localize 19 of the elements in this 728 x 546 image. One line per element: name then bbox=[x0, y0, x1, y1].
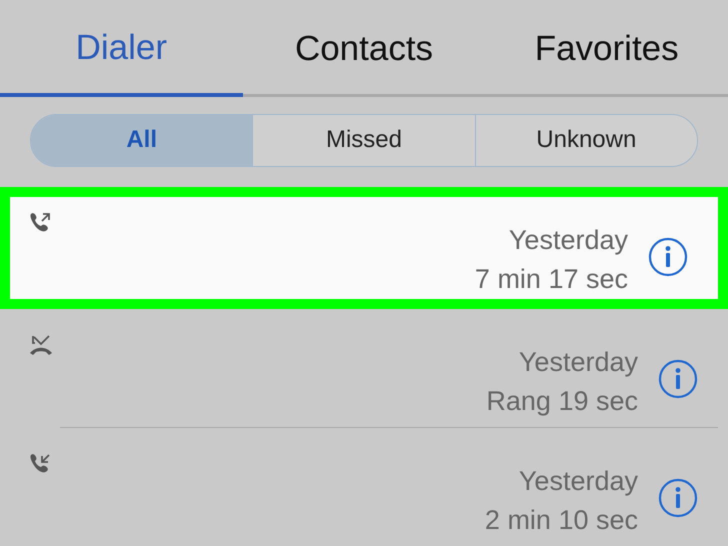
info-icon[interactable] bbox=[658, 358, 698, 399]
tab[interactable]: Favorites bbox=[485, 0, 728, 97]
info-icon[interactable] bbox=[658, 478, 698, 518]
tab[interactable]: Dialer bbox=[0, 0, 243, 97]
highlighted-call-row[interactable]: Yesterday 7 min 17 sec bbox=[0, 186, 728, 309]
call-date: Yesterday bbox=[508, 224, 628, 257]
call-date: Yesterday bbox=[518, 346, 638, 379]
rejected-call-icon bbox=[28, 332, 54, 357]
filter-button[interactable]: All bbox=[31, 114, 252, 166]
call-row[interactable]: Yesterday 2 min 10 sec bbox=[0, 428, 728, 546]
call-duration: 7 min 17 sec bbox=[474, 262, 628, 296]
tab[interactable]: Contacts bbox=[242, 0, 486, 97]
filter-button[interactable]: Unknown bbox=[474, 114, 697, 166]
filter-button[interactable]: Missed bbox=[252, 114, 475, 166]
call-row[interactable]: Yesterday Rang 19 sec bbox=[0, 308, 728, 427]
call-date: Yesterday bbox=[518, 465, 638, 498]
call-duration: Rang 19 sec bbox=[486, 384, 638, 418]
info-icon[interactable] bbox=[648, 236, 688, 277]
call-duration: 2 min 10 sec bbox=[484, 504, 638, 537]
